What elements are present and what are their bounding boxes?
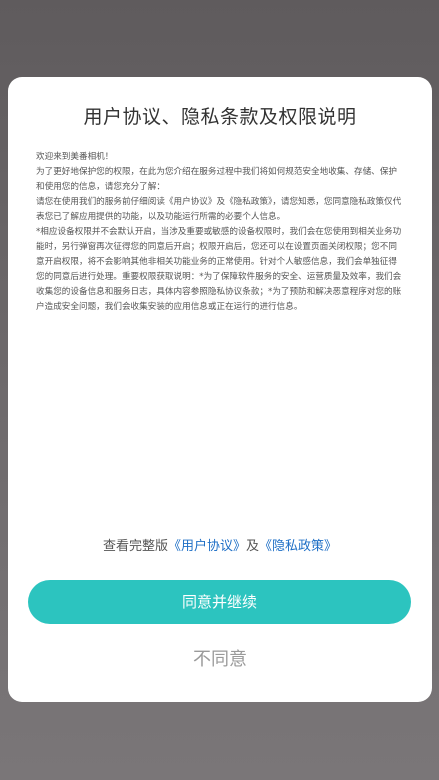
consent-dialog: 用户协议、隐私条款及权限说明 欢迎来到美番相机！ 为了更好地保护您的权限，在此为… bbox=[8, 77, 432, 702]
agreement-text: 欢迎来到美番相机！ 为了更好地保护您的权限，在此为您介绍在服务过程中我们将如何规… bbox=[36, 150, 404, 315]
read-policy-paragraph: 请您在使用我们的服务前仔细阅读《用户协议》及《隐私政策》，请您知悉，您同意隐私政… bbox=[36, 197, 402, 222]
user-agreement-link[interactable]: 《用户协议》 bbox=[168, 539, 246, 554]
agree-continue-button[interactable]: 同意并继续 bbox=[28, 580, 411, 624]
link-joiner: 及 bbox=[246, 539, 260, 554]
permissions-paragraph: *相应设备权限并不会默认开启，当涉及重要或敏感的设备权限时，我们会在您使用到相关… bbox=[36, 227, 402, 312]
full-version-prefix: 查看完整版 bbox=[102, 539, 168, 554]
disagree-button[interactable]: 不同意 bbox=[158, 645, 282, 675]
privacy-policy-link[interactable]: 《隐私政策》 bbox=[259, 539, 337, 554]
dialog-title: 用户协议、隐私条款及权限说明 bbox=[83, 106, 357, 128]
full-version-links: 查看完整版《用户协议》及《隐私政策》 bbox=[8, 538, 432, 556]
welcome-paragraph: 欢迎来到美番相机！ bbox=[36, 152, 114, 162]
intro-paragraph: 为了更好地保护您的权限，在此为您介绍在服务过程中我们将如何规范安全地收集、存储、… bbox=[36, 167, 397, 192]
